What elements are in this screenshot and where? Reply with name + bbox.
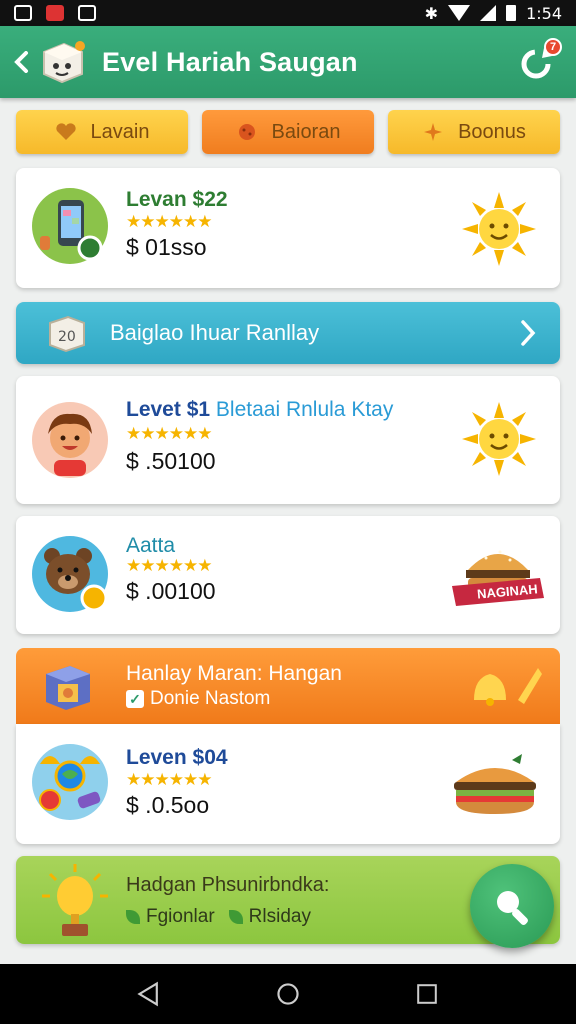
achievement-link[interactable]: Rlsiday	[228, 906, 311, 928]
card-title: Aatta	[126, 534, 176, 557]
promo-checkbox[interactable]: ✓	[126, 690, 144, 708]
card-price: $ .0.5oo	[126, 792, 210, 818]
sun-icon	[462, 402, 536, 476]
image-notification-icon	[78, 5, 96, 21]
tab-lavain[interactable]: Lavain	[16, 110, 188, 154]
card-price: $ .50100	[126, 448, 216, 474]
refresh-button[interactable]: 7	[516, 38, 562, 82]
achievement-title: Hadgan Phsunirbndka:	[126, 874, 330, 896]
system-nav-bar	[0, 964, 576, 1024]
tab-baioran[interactable]: Baioran	[202, 110, 374, 154]
status-bar: ✱ 1:54	[0, 0, 576, 26]
category-tabs: Lavain Baioran Boonus	[16, 110, 560, 154]
banner-text: Baiglao Ihuar Ranllay	[110, 320, 320, 345]
tab-boonus[interactable]: Boonus	[388, 110, 560, 154]
search-icon	[497, 891, 528, 925]
rating-stars: ★★★★★★	[126, 212, 212, 232]
heart-icon	[55, 123, 76, 140]
sparkle-icon	[424, 123, 443, 141]
rating-stars: ★★★★★★	[126, 556, 212, 576]
app-notification-icon	[46, 5, 64, 21]
leaf-icon	[228, 910, 243, 924]
burger-icon	[452, 550, 544, 606]
rating-stars: ★★★★★★	[126, 770, 212, 790]
achievement-link-label: Rlsiday	[248, 906, 311, 927]
card-title-extra: Bletaai Rnlula Ktay	[215, 398, 394, 421]
achievement-link-label: Fgionlar	[146, 906, 215, 927]
promo-option[interactable]: ✓ Donie Nastom	[126, 688, 270, 710]
back-triangle-icon	[137, 981, 159, 1007]
gift-box-icon	[46, 666, 90, 710]
home-circle-icon	[277, 983, 299, 1005]
card-price: $ .00100	[126, 578, 216, 604]
chevron-left-icon	[14, 51, 28, 73]
recents-square-icon	[416, 984, 437, 1004]
card-title-main: Levet $1	[126, 398, 211, 421]
card-title: Leven $04	[126, 746, 228, 769]
tab-label: Boonus	[458, 120, 526, 143]
app-logo	[43, 41, 85, 84]
status-time: 1:54	[526, 3, 562, 23]
wifi-icon	[448, 5, 471, 21]
battery-icon	[506, 5, 517, 21]
nav-recents-button[interactable]	[412, 979, 442, 1009]
achievement-link[interactable]: Fgionlar	[126, 906, 215, 928]
app-header: Evel Hariah Saugan 7	[0, 26, 576, 98]
bells-icon	[474, 668, 542, 706]
notification-icon	[14, 5, 32, 21]
promo-header[interactable]: Hanlay Maran: Hangan ✓ Donie Nastom	[16, 648, 560, 724]
cookie-icon	[238, 124, 255, 140]
nav-home-button[interactable]	[273, 979, 303, 1009]
leaf-icon	[126, 910, 140, 924]
card-title: Levan $22	[126, 188, 228, 211]
kid-avatar	[32, 402, 108, 478]
promo-title: Hanlay Maran: Hangan	[126, 662, 342, 685]
promo-subtitle: Donie Nastom	[150, 688, 271, 709]
offer-card[interactable]: Leven $04 ★★★★★★ $ .0.5oo	[16, 724, 560, 844]
rating-stars: ★★★★★★	[126, 424, 212, 444]
signal-icon	[480, 5, 497, 21]
promo-banner[interactable]: 20 Baiglao Ihuar Ranllay	[16, 302, 560, 364]
notification-badge: 7	[544, 38, 562, 56]
dice-icon: 20	[49, 315, 85, 353]
nav-back-button[interactable]	[134, 979, 164, 1009]
svg-text:20: 20	[58, 329, 76, 345]
search-fab[interactable]	[470, 864, 554, 948]
bear-avatar	[32, 536, 108, 612]
offer-card[interactable]: Levan $22 ★★★★★★ $ 01sso	[16, 168, 560, 288]
phone-icon	[32, 188, 108, 264]
chevron-right-icon	[521, 320, 536, 346]
card-title: Levet $1 Bletaai Rnlula Ktay	[126, 398, 393, 422]
burger-icon	[454, 754, 536, 814]
sun-icon	[462, 192, 536, 266]
globe-icon	[32, 744, 108, 820]
card-price: $ 01sso	[126, 234, 207, 260]
trophy-icon	[42, 864, 108, 936]
app-title: Evel Hariah Saugan	[102, 46, 358, 77]
bluetooth-icon: ✱	[424, 3, 439, 23]
tab-label: Lavain	[90, 120, 150, 143]
offer-card[interactable]: Levet $1 Bletaai Rnlula Ktay ★★★★★★ $ .5…	[16, 376, 560, 504]
tab-label: Baioran	[271, 120, 341, 143]
back-button[interactable]	[8, 42, 34, 82]
offer-card[interactable]: Aatta ★★★★★★ $ .00100 NAGINAH	[16, 516, 560, 634]
